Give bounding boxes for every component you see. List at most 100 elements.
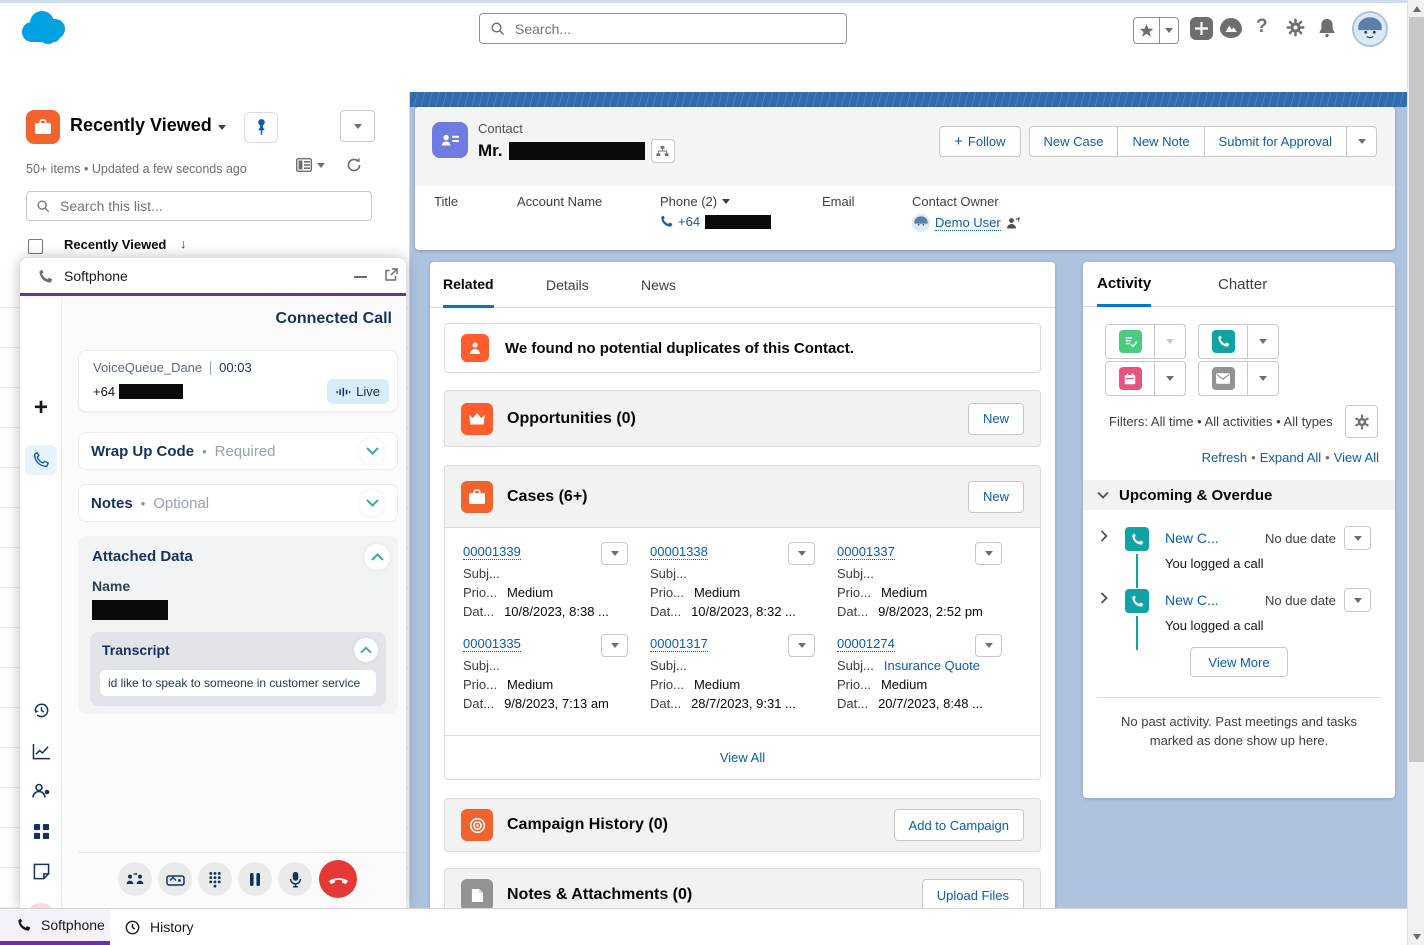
task-caret[interactable]: [1154, 325, 1185, 358]
case-number-link[interactable]: 00001317: [650, 636, 708, 652]
notifications-bell-icon[interactable]: [1318, 18, 1336, 38]
tab-related[interactable]: Related: [443, 262, 494, 308]
user-avatar[interactable]: [1352, 11, 1388, 47]
end-call-button[interactable]: [319, 860, 357, 898]
case-number-link[interactable]: 00001337: [837, 544, 895, 560]
email-button[interactable]: [1198, 361, 1279, 396]
expand-chevron-icon[interactable]: [1100, 530, 1108, 542]
new-case-button[interactable]: New Case: [1029, 126, 1119, 157]
select-all-checkbox[interactable]: [28, 239, 43, 254]
refresh-link[interactable]: Refresh: [1202, 450, 1248, 465]
refresh-icon[interactable]: [346, 157, 362, 173]
global-search[interactable]: [479, 13, 847, 44]
setup-gear-icon[interactable]: [1286, 18, 1305, 37]
star-icon[interactable]: [1134, 24, 1159, 38]
active-call-tab-icon[interactable]: [25, 445, 57, 475]
list-view-controls-button[interactable]: [340, 110, 375, 142]
upcoming-overdue-header[interactable]: Upcoming & Overdue: [1083, 480, 1395, 510]
change-owner-icon[interactable]: [1006, 217, 1020, 230]
dialpad-button[interactable]: [198, 862, 232, 896]
chevron-up-icon[interactable]: [354, 638, 378, 662]
email-caret[interactable]: [1247, 362, 1278, 395]
activity-item-link[interactable]: New C...: [1165, 530, 1219, 546]
owner-value[interactable]: Demo User: [912, 214, 1020, 232]
wrap-up-code-section[interactable]: Wrap Up Code • Required: [78, 432, 398, 470]
tab-chatter[interactable]: Chatter: [1218, 262, 1267, 307]
favorites-caret[interactable]: [1159, 18, 1177, 43]
new-event-button[interactable]: [1105, 361, 1186, 396]
guidance-center-icon[interactable]: [1219, 17, 1243, 39]
page-scrollbar[interactable]: [1407, 0, 1424, 945]
apps-grid-icon[interactable]: [20, 823, 62, 840]
list-search[interactable]: [26, 191, 372, 221]
case-actions-caret[interactable]: [788, 542, 815, 565]
opportunities-header[interactable]: Opportunities (0) New: [445, 391, 1040, 446]
mute-button[interactable]: [278, 862, 312, 896]
minimize-icon[interactable]: [354, 276, 367, 278]
case-number-link[interactable]: 00001338: [650, 544, 708, 560]
activity-item-caret[interactable]: [1344, 588, 1371, 612]
new-task-button[interactable]: [1105, 324, 1186, 359]
add-to-campaign-button[interactable]: Add to Campaign: [894, 809, 1024, 841]
case-actions-caret[interactable]: [975, 542, 1002, 565]
notes-pad-icon[interactable]: [20, 863, 62, 880]
hold-button[interactable]: [238, 862, 272, 896]
submit-for-approval-button[interactable]: Submit for Approval: [1205, 126, 1347, 157]
quick-create-button[interactable]: [1190, 17, 1213, 40]
log-call-caret[interactable]: [1247, 325, 1278, 358]
stats-chart-icon[interactable]: [20, 743, 62, 760]
expand-chevron-icon[interactable]: [1100, 592, 1108, 604]
activity-item-link[interactable]: New C...: [1165, 592, 1219, 608]
case-actions-caret[interactable]: [601, 542, 628, 565]
display-toggle-button[interactable]: [296, 158, 325, 172]
log-call-button[interactable]: [1198, 324, 1279, 359]
case-actions-caret[interactable]: [975, 634, 1002, 657]
add-call-icon[interactable]: +: [20, 397, 62, 419]
agents-icon[interactable]: [20, 783, 62, 799]
more-actions-caret[interactable]: [1347, 126, 1377, 157]
column-header-label[interactable]: Recently Viewed: [64, 237, 166, 252]
campaign-header[interactable]: Campaign History (0) Add to Campaign: [445, 799, 1040, 851]
utility-history-tab[interactable]: History: [125, 909, 194, 945]
cases-header[interactable]: Cases (6+) New: [445, 466, 1040, 528]
contact-hierarchy-button[interactable]: [651, 139, 675, 163]
scroll-up-arrow[interactable]: [1408, 0, 1424, 17]
voicemail-drop-button[interactable]: [158, 862, 192, 896]
opportunities-new-button[interactable]: New: [968, 403, 1024, 435]
chevron-up-icon[interactable]: [364, 544, 390, 570]
tab-news[interactable]: News: [641, 262, 676, 308]
case-number-link[interactable]: 00001274: [837, 636, 895, 652]
owner-link[interactable]: Demo User: [935, 215, 1001, 231]
follow-button[interactable]: + Follow: [939, 126, 1020, 157]
cases-view-all-link[interactable]: View All: [720, 750, 765, 765]
chevron-down-icon[interactable]: [359, 438, 385, 464]
call-history-icon[interactable]: [20, 701, 62, 720]
list-view-title[interactable]: Recently Viewed: [70, 115, 212, 136]
notes-section[interactable]: Notes • Optional: [78, 484, 398, 522]
activity-filter-gear-icon[interactable]: [1345, 405, 1378, 438]
list-search-input[interactable]: [58, 197, 362, 215]
softphone-header[interactable]: Softphone: [20, 258, 406, 296]
favorites-button[interactable]: [1133, 17, 1179, 44]
expand-all-link[interactable]: Expand All: [1260, 450, 1321, 465]
chevron-down-icon[interactable]: [359, 490, 385, 516]
cases-new-button[interactable]: New: [968, 481, 1024, 513]
global-search-input[interactable]: [513, 20, 836, 38]
sort-descending-icon[interactable]: ↓: [180, 236, 187, 251]
tab-activity[interactable]: Activity: [1097, 262, 1151, 307]
phone-value[interactable]: +64: [660, 214, 771, 229]
case-number-link[interactable]: 00001339: [463, 544, 521, 560]
view-more-button[interactable]: View More: [1190, 647, 1288, 677]
view-all-link[interactable]: View All: [1334, 450, 1379, 465]
case-actions-caret[interactable]: [601, 634, 628, 657]
help-icon[interactable]: ?: [1256, 16, 1268, 38]
popout-icon[interactable]: [384, 268, 398, 282]
upload-files-button[interactable]: Upload Files: [922, 879, 1024, 911]
case-number-link[interactable]: 00001335: [463, 636, 521, 652]
event-caret[interactable]: [1154, 362, 1185, 395]
activity-item-caret[interactable]: [1344, 526, 1371, 550]
scroll-down-arrow[interactable]: [1408, 928, 1424, 945]
merge-calls-button[interactable]: [118, 862, 152, 896]
list-view-caret[interactable]: [218, 125, 226, 130]
case-actions-caret[interactable]: [788, 634, 815, 657]
